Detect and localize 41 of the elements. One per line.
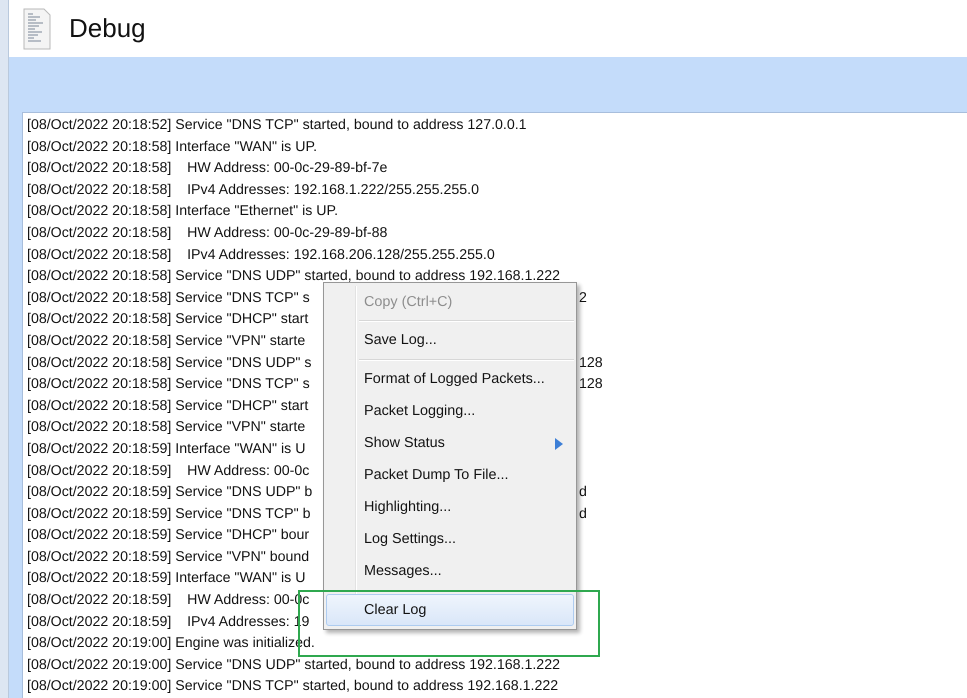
log-line: [08/Oct/2022 20:18:58] HW Address: 00-0c-29-89-bf-7e [27, 159, 388, 178]
menu-item[interactable]: Highlighting... [326, 491, 574, 523]
menu-item[interactable]: Log Settings... [326, 523, 574, 555]
log-line: [08/Oct/2022 20:18:59] Service "DNS UDP" b [27, 483, 314, 502]
menu-item[interactable]: Messages... [326, 555, 574, 587]
log-line: [08/Oct/2022 20:18:58] Service "VPN" starte [27, 332, 306, 351]
log-line: [08/Oct/2022 20:18:58] Service "VPN" starte [27, 418, 306, 438]
menu-item[interactable]: Clear Log [326, 594, 574, 626]
menu-item[interactable]: Format of Logged Packets... [326, 363, 574, 395]
log-line: [08/Oct/2022 20:18:59] Service "DNS TCP" b [27, 504, 312, 524]
submenu-arrow-icon [555, 438, 563, 450]
log-line: [08/Oct/2022 20:18:58] Interface "Ethernet" is UP. [27, 202, 338, 222]
log-line-fragment: d [579, 504, 587, 524]
log-line: [08/Oct/2022 20:18:59] Interface "WAN" is U [27, 440, 306, 459]
log-line-fragment: 128 [579, 354, 603, 373]
document-icon [23, 8, 51, 50]
log-line-fragment: 2 [579, 288, 587, 308]
log-line: [08/Oct/2022 20:18:58] IPv4 Addresses: 192.168.206.128/255.255.255.0 [27, 246, 495, 265]
log-line: [08/Oct/2022 20:18:58] Service "DNS TCP" s [27, 288, 311, 308]
log-line: [08/Oct/2022 20:18:59] Service "VPN" bound [27, 548, 310, 567]
menu-item[interactable]: Packet Dump To File... [326, 459, 574, 491]
log-line: [08/Oct/2022 20:18:58] Service "DNS UDP" started, bound to address 192.168.1.222 [27, 267, 560, 286]
log-line: [08/Oct/2022 20:18:59] Interface "WAN" is U [27, 569, 306, 588]
log-line: [08/Oct/2022 20:18:58] HW Address: 00-0c-29-89-bf-88 [27, 224, 388, 243]
log-line: [08/Oct/2022 20:18:58] IPv4 Addresses: 192.168.1.222/255.255.255.0 [27, 180, 479, 200]
menu-item[interactable]: Packet Logging... [326, 395, 574, 427]
menu-item[interactable]: Save Log... [326, 324, 574, 356]
log-line: [08/Oct/2022 20:19:00] Service "DNS TCP" started, bound to address 192.168.1.222 [27, 677, 558, 696]
window-title: Debug [69, 13, 146, 44]
log-line: [08/Oct/2022 20:18:52] Service "DNS TCP" started, bound to address 127.0.0.1 [27, 116, 527, 135]
menu-item[interactable]: Show Status [326, 427, 574, 459]
log-line: [08/Oct/2022 20:18:58] Interface "WAN" is UP. [27, 138, 318, 157]
log-line: [08/Oct/2022 20:18:58] Service "DNS UDP" s [27, 354, 312, 373]
log-line: [08/Oct/2022 20:18:58] Service "DNS TCP" s [27, 375, 311, 394]
log-line-fragment: 128 [579, 375, 603, 394]
log-line: [08/Oct/2022 20:18:59] HW Address: 00-0c [27, 462, 310, 480]
log-line: [08/Oct/2022 20:19:00] Service "DNS UDP" started, bound to address 192.168.1.222 [27, 656, 560, 675]
log-line: [08/Oct/2022 20:18:58] Service "DHCP" start [27, 310, 308, 330]
log-line-fragment: d [579, 483, 587, 502]
log-line: [08/Oct/2022 20:18:59] Service "DHCP" bour [27, 526, 310, 546]
log-line: [08/Oct/2022 20:18:58] Service "DHCP" start [27, 396, 308, 416]
